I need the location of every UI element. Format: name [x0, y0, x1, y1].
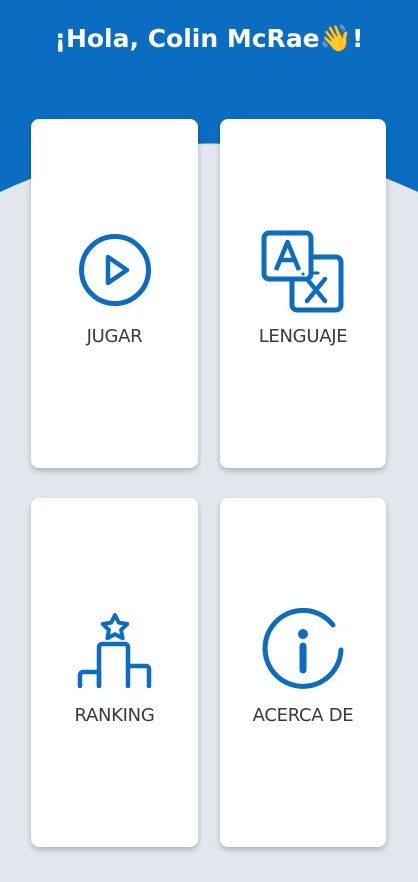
language-card[interactable]: LENGUAJE [220, 119, 386, 468]
greeting-title: ¡Hola, Colin McRae👋! [0, 24, 418, 54]
waving-hand-icon: 👋 [319, 24, 353, 54]
language-icon-wrap [220, 230, 386, 314]
about-card[interactable]: ACERCA DE [220, 498, 386, 847]
podium-star-icon [77, 613, 151, 688]
play-icon-wrap [31, 232, 198, 308]
greeting-exclaim: ! [352, 24, 364, 53]
ranking-card[interactable]: RANKING [31, 498, 198, 847]
translate-icon [261, 230, 344, 313]
language-label: LENGUAJE [258, 326, 348, 347]
ranking-icon-wrap [31, 612, 198, 688]
about-icon-wrap [220, 608, 386, 692]
play-circle-icon [78, 234, 151, 306]
info-circle-icon [262, 608, 344, 689]
ranking-label: RANKING [74, 705, 155, 726]
play-card[interactable]: JUGAR [31, 119, 198, 468]
about-label: ACERCA DE [252, 705, 354, 726]
play-label: JUGAR [86, 326, 143, 347]
greeting-text: ¡Hola, Colin McRae [54, 24, 320, 53]
